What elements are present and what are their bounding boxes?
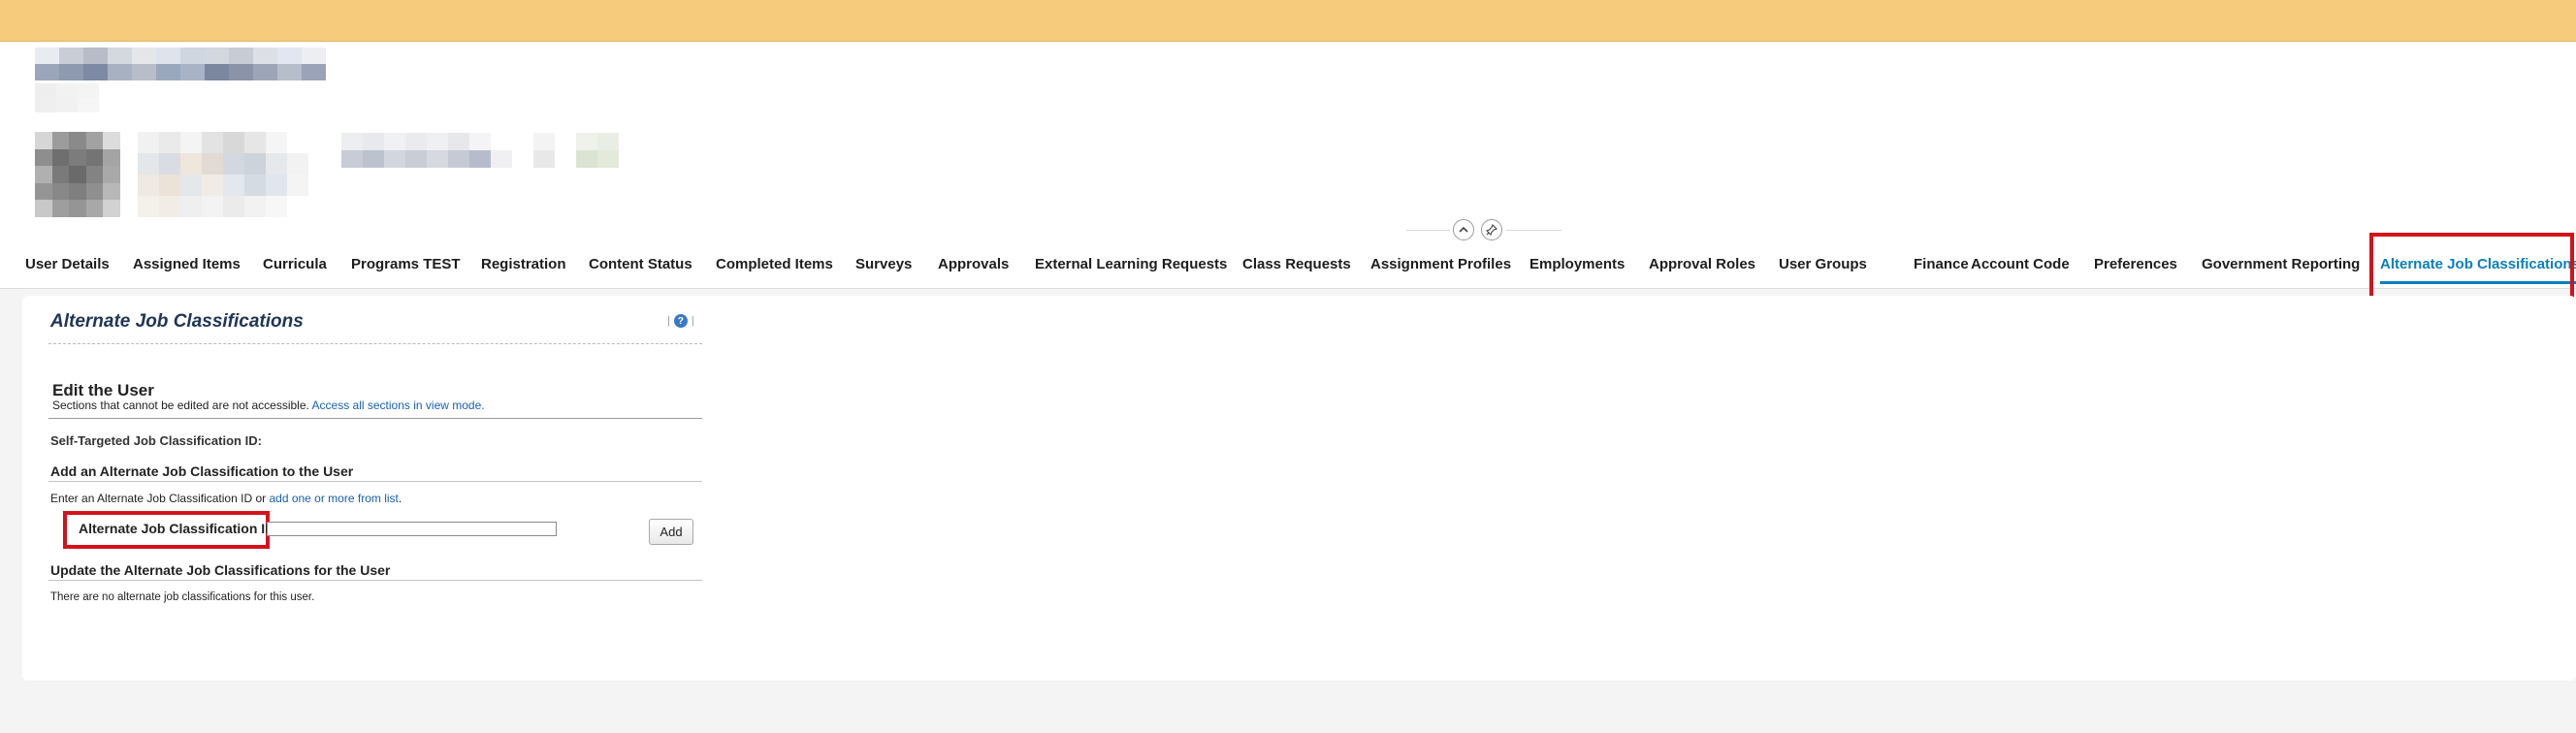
tab-completed-items[interactable]: Completed Items	[716, 247, 833, 288]
tab-programs-test[interactable]: Programs TEST	[351, 247, 461, 288]
tab-finance[interactable]: Finance	[1914, 247, 1969, 288]
redacted-subtitle	[35, 83, 101, 112]
top-banner	[0, 0, 2576, 42]
help-icon[interactable]: ?	[673, 314, 688, 328]
divider-right	[1506, 230, 1562, 231]
user-tabs: User Details Assigned Items Curricula Pr…	[0, 247, 2576, 288]
edit-note-text: Sections that cannot be edited are not a…	[52, 398, 309, 412]
tabs-divider	[0, 288, 2576, 289]
enter-classification-note: Enter an Alternate Job Classification ID…	[50, 492, 402, 505]
enter-note-suffix: .	[398, 492, 402, 505]
tab-assignment-profiles[interactable]: Assignment Profiles	[1370, 247, 1511, 288]
tab-user-details[interactable]: User Details	[25, 247, 110, 288]
redacted-company-logo	[35, 48, 326, 80]
redacted-user-details	[341, 133, 619, 168]
tab-assigned-items[interactable]: Assigned Items	[133, 247, 241, 288]
help-control: | ? |	[667, 314, 694, 328]
chevron-up-icon[interactable]	[1453, 219, 1474, 240]
title-divider	[48, 343, 702, 344]
tab-curricula[interactable]: Curricula	[263, 247, 327, 288]
add-classification-heading: Add an Alternate Job Classification to t…	[50, 463, 354, 479]
tab-approval-roles[interactable]: Approval Roles	[1649, 247, 1755, 288]
self-targeted-job-classification-label: Self-Targeted Job Classification ID:	[50, 433, 262, 448]
bracket-left: |	[667, 315, 670, 327]
tab-user-groups[interactable]: User Groups	[1779, 247, 1867, 288]
tab-government-reporting[interactable]: Government Reporting	[2202, 247, 2360, 288]
tab-surveys[interactable]: Surveys	[855, 247, 912, 288]
tab-content-status[interactable]: Content Status	[589, 247, 692, 288]
tab-preferences[interactable]: Preferences	[2094, 247, 2177, 288]
edit-divider	[48, 418, 702, 419]
redacted-user-name	[138, 132, 308, 217]
bracket-right: |	[691, 315, 694, 327]
section-title: Alternate Job Classifications	[50, 311, 304, 332]
tab-alternate-job-classifications[interactable]: Alternate Job Classifications	[2380, 247, 2576, 288]
tab-employments[interactable]: Employments	[1530, 247, 1625, 288]
pin-icon[interactable]	[1481, 219, 1502, 240]
edit-user-note: Sections that cannot be edited are not a…	[52, 398, 485, 412]
add-from-list-link[interactable]: add one or more from list	[269, 492, 398, 505]
add-divider	[48, 481, 702, 482]
alternate-job-classification-id-label: Alternate Job Classification ID	[79, 521, 275, 536]
update-divider	[48, 580, 702, 581]
access-all-sections-link[interactable]: Access all sections in view mode.	[312, 398, 485, 412]
add-button[interactable]: Add	[649, 519, 693, 545]
content-panel	[22, 296, 2576, 681]
tab-approvals[interactable]: Approvals	[938, 247, 1009, 288]
enter-note-text: Enter an Alternate Job Classification ID…	[50, 492, 267, 505]
tab-class-requests[interactable]: Class Requests	[1242, 247, 1351, 288]
header-collapse-controls	[1406, 218, 1562, 243]
update-classifications-heading: Update the Alternate Job Classifications…	[50, 562, 391, 578]
tab-account-code[interactable]: Account Code	[1971, 247, 2070, 288]
avatar	[35, 132, 120, 217]
no-classifications-message: There are no alternate job classificatio…	[50, 591, 315, 603]
tab-registration[interactable]: Registration	[481, 247, 566, 288]
tab-external-learning-requests[interactable]: External Learning Requests	[1035, 247, 1227, 288]
alternate-job-classification-id-input[interactable]	[267, 522, 557, 536]
edit-user-heading: Edit the User	[52, 381, 154, 399]
divider-left	[1406, 230, 1450, 231]
